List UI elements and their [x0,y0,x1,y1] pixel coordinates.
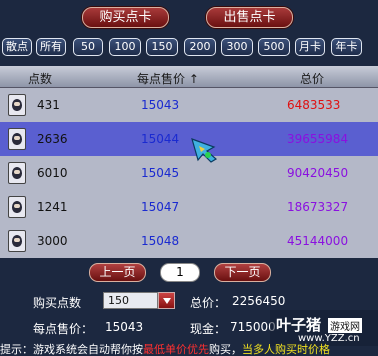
filter-200[interactable]: 200 [184,38,216,56]
point-card-icon [8,128,26,150]
filter-500[interactable]: 500 [258,38,290,56]
row-unit-price: 15044 [141,132,180,146]
sell-card-button[interactable]: 出售点卡 [206,7,293,28]
buy-card-button[interactable]: 购买点卡 [82,7,169,28]
tip-prefix: 提示：游戏系统会自动帮你按 [0,343,143,356]
prev-page-button[interactable]: 上一页 [89,263,146,282]
total-label: 总价： [190,296,227,310]
tip-warning: 当多人购买时价格 [242,343,330,356]
total-value: 2256450 [232,294,286,308]
header-unit-price[interactable]: 每点售价 ↑ [137,70,199,87]
filter-100[interactable]: 100 [109,38,141,56]
header-points[interactable]: 点数 [28,70,52,87]
qty-label: 购买点数 [33,296,82,310]
site-watermark: 叶子猪 游戏网 www.YZZ.cn [270,310,378,346]
point-card-icon [8,196,26,218]
next-page-button[interactable]: 下一页 [214,263,271,282]
watermark-badge: 游戏网 [328,318,362,333]
watermark-brand: 叶子猪 [276,316,322,334]
table-row[interactable]: 6010 15045 90420450 [0,156,378,190]
filter-scatter[interactable]: 散点 [2,38,32,56]
unit-price-label: 每点售价： [33,322,94,336]
filter-150[interactable]: 150 [146,38,178,56]
row-unit-price: 15045 [141,166,180,180]
row-total: 39655984 [287,132,349,146]
row-points: 431 [37,98,60,112]
row-points: 1241 [37,200,68,214]
tip-middle: 购买， [209,343,242,356]
table-header: 点数 每点售价 ↑ 总价 [0,66,378,88]
table-row[interactable]: 431 15043 6483533 [0,88,378,122]
row-total: 6483533 [287,98,341,112]
cursor-icon [191,138,218,163]
header-unit-price-label: 每点售价 [137,72,186,86]
table-row[interactable]: 1241 15047 18673327 [0,190,378,224]
chevron-down-icon[interactable] [158,292,175,309]
card-listing-table: 431 15043 6483533 2636 15044 39655984 60… [0,88,378,258]
row-points: 3000 [37,234,68,248]
filter-all[interactable]: 所有 [36,38,66,56]
filter-300[interactable]: 300 [221,38,253,56]
point-card-icon [8,94,26,116]
tip-line: 提示：游戏系统会自动帮你按最低单价优先购买，当多人购买时价格 [0,344,378,356]
table-row[interactable]: 3000 15048 45144000 [0,224,378,258]
cash-value: 715000 [230,320,276,334]
row-points: 6010 [37,166,68,180]
point-card-icon [8,162,26,184]
unit-price-value: 15043 [105,320,144,334]
row-total: 90420450 [287,166,349,180]
filter-month-card[interactable]: 月卡 [295,38,325,56]
sort-arrow-icon: ↑ [188,72,199,86]
tip-highlight: 最低单价优先 [143,343,209,356]
row-unit-price: 15048 [141,234,180,248]
filter-year-card[interactable]: 年卡 [331,38,362,56]
row-points: 2636 [37,132,68,146]
row-total: 45144000 [287,234,349,248]
page-number-input[interactable]: 1 [160,263,200,282]
cash-label: 现金： [190,322,227,336]
qty-select[interactable]: 150 [103,292,158,309]
header-total[interactable]: 总价 [300,70,324,87]
filter-50[interactable]: 50 [73,38,103,56]
row-unit-price: 15043 [141,98,180,112]
row-total: 18673327 [287,200,349,214]
point-card-icon [8,230,26,252]
table-row[interactable]: 2636 15044 39655984 [0,122,378,156]
row-unit-price: 15047 [141,200,180,214]
